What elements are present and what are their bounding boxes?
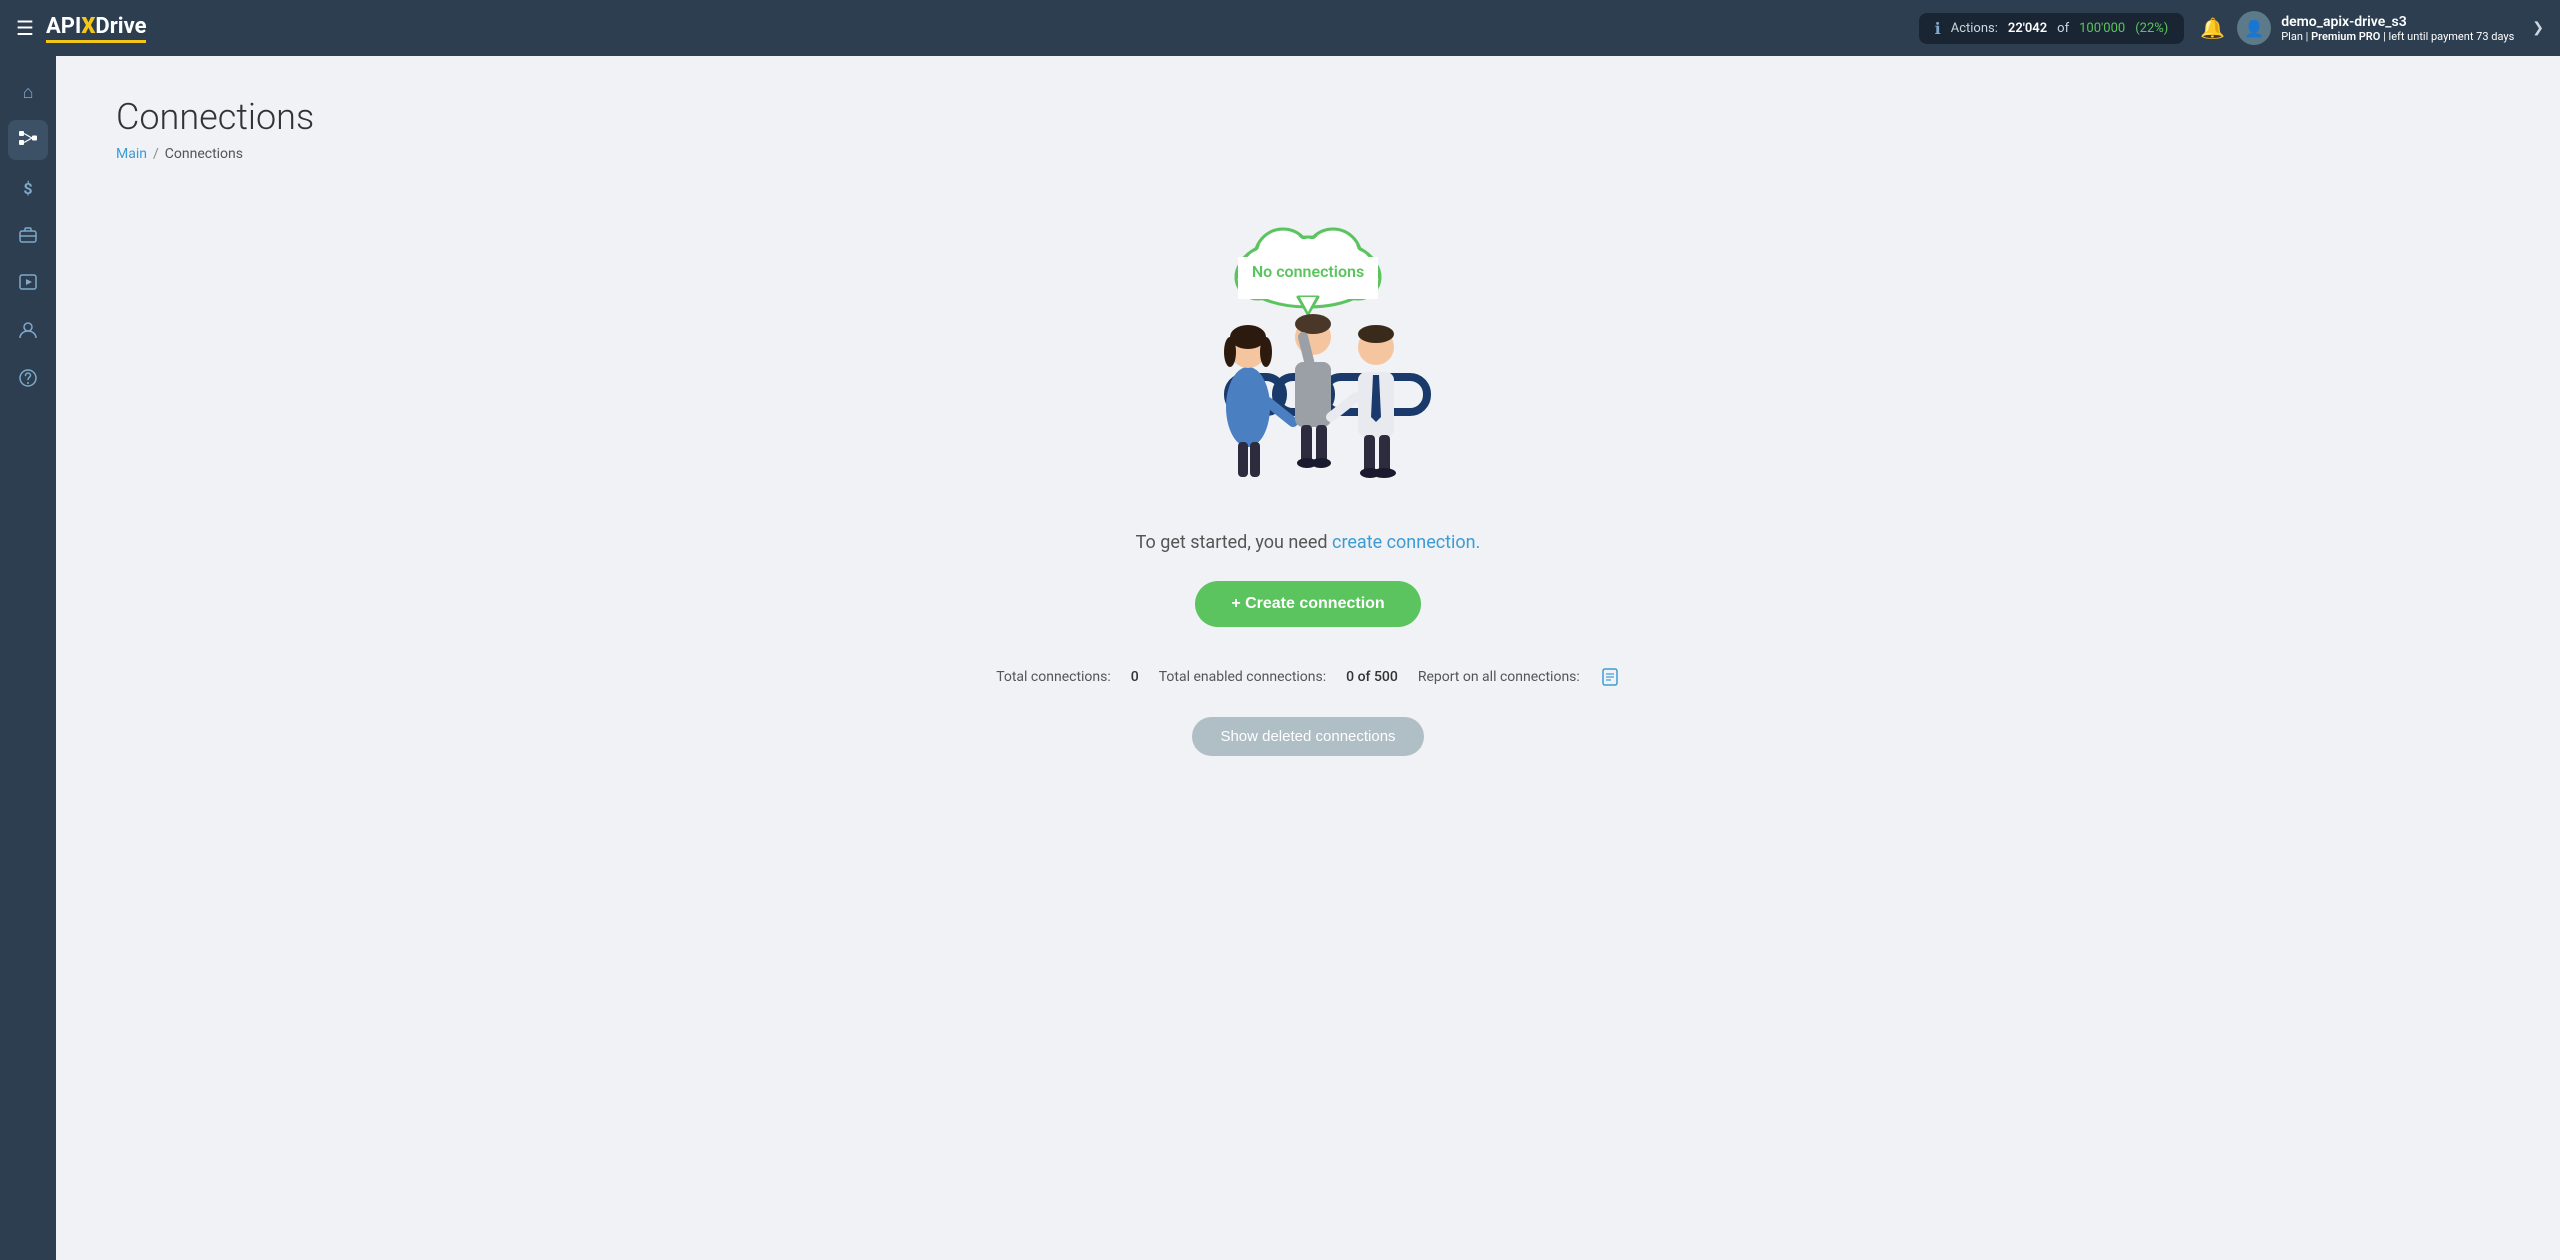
stats-row: Total connections: 0 Total enabled conne… [996, 667, 1620, 687]
home-icon: ⌂ [23, 82, 34, 103]
sidebar-item-billing[interactable]: $ [8, 168, 48, 208]
logo: APIXDrive [46, 14, 147, 43]
user-info: demo_apix-drive_s3 Plan | Premium PRO | … [2281, 14, 2514, 43]
play-icon [18, 272, 38, 297]
question-icon [18, 368, 38, 393]
breadcrumb-main-link[interactable]: Main [116, 146, 147, 162]
show-deleted-connections-button[interactable]: Show deleted connections [1192, 717, 1423, 756]
actions-badge: ℹ Actions: 22'042 of 100'000 (22%) [1919, 13, 2185, 44]
svg-text:No connections: No connections [1252, 262, 1364, 281]
actions-of: of [2057, 21, 2069, 36]
actions-count: 22'042 [2008, 21, 2047, 36]
bell-icon: 🔔 [2200, 18, 2225, 40]
empty-state: No connections [116, 202, 2500, 776]
sidebar-item-connections[interactable] [8, 120, 48, 160]
breadcrumb: Main / Connections [116, 146, 2500, 162]
total-connections-label: Total connections: [996, 669, 1111, 685]
create-connection-button[interactable]: + Create connection [1195, 581, 1420, 627]
breadcrumb-current: Connections [165, 146, 243, 162]
total-enabled-label: Total enabled connections: [1159, 669, 1326, 685]
sidebar-item-help[interactable] [8, 360, 48, 400]
layout: ⌂ $ [0, 56, 2560, 1260]
bell-button[interactable]: 🔔 [2200, 16, 2225, 41]
sidebar-item-profile[interactable] [8, 312, 48, 352]
breadcrumb-separator: / [153, 146, 159, 162]
user-name: demo_apix-drive_s3 [2281, 14, 2514, 30]
logo-underline [46, 40, 147, 43]
illustration: No connections [1128, 222, 1488, 502]
user-plan: Plan | Premium PRO | left until payment … [2281, 30, 2514, 43]
sidebar-item-tutorials[interactable] [8, 264, 48, 304]
create-connection-link[interactable]: create connection. [1332, 532, 1480, 553]
prompt-text: To get started, you need create connecti… [1136, 532, 1481, 553]
actions-label: Actions: [1951, 21, 1998, 36]
hamburger-icon: ☰ [16, 16, 34, 41]
total-connections-value: 0 [1131, 669, 1139, 685]
avatar-icon: 👤 [2244, 19, 2264, 38]
logo-x: X [81, 14, 95, 39]
chevron-down-icon: ❯ [2532, 20, 2544, 36]
logo-drive: Drive [95, 14, 146, 39]
top-nav: ☰ APIXDrive ℹ Actions: 22'042 of 100'000… [0, 0, 2560, 56]
sidebar-item-home[interactable]: ⌂ [8, 72, 48, 112]
connections-icon [18, 128, 38, 153]
avatar: 👤 [2237, 11, 2271, 45]
logo-api: API [46, 14, 81, 39]
actions-total: 100'000 [2079, 21, 2125, 36]
sidebar: ⌂ $ [0, 56, 56, 1260]
total-enabled-value: 0 of 500 [1346, 669, 1398, 685]
dollar-icon: $ [23, 179, 32, 198]
main-content: Connections Main / Connections [56, 56, 2560, 1260]
briefcase-icon [18, 224, 38, 249]
info-icon: ℹ [1935, 19, 1941, 38]
hamburger-button[interactable]: ☰ [16, 16, 34, 41]
page-title: Connections [116, 96, 2500, 138]
report-label: Report on all connections: [1418, 669, 1580, 685]
report-icon[interactable] [1600, 667, 1620, 687]
sidebar-item-services[interactable] [8, 216, 48, 256]
actions-percent: (22%) [2135, 21, 2168, 36]
person-icon [18, 320, 38, 345]
user-section[interactable]: 👤 demo_apix-drive_s3 Plan | Premium PRO … [2237, 11, 2544, 45]
